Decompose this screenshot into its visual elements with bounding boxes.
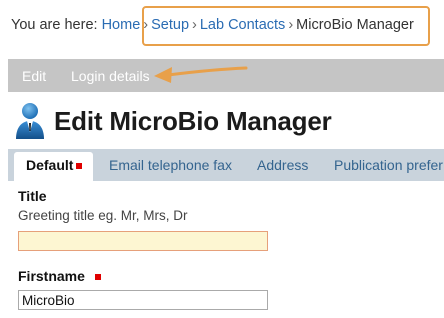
tab-default[interactable]: Default [14, 152, 94, 181]
title-hint: Greeting title eg. Mr, Mrs, Dr [18, 208, 188, 223]
subnav-edit[interactable]: Edit [22, 68, 46, 84]
page-title: Edit MicroBio Manager [54, 105, 332, 136]
firstname-label: Firstname [18, 268, 101, 284]
tab-publication-preferences[interactable]: Publication prefer [334, 157, 443, 173]
page-heading: Edit MicroBio Manager [14, 102, 332, 140]
title-field[interactable] [18, 231, 268, 251]
tab-email-telephone-fax[interactable]: Email telephone fax [109, 157, 232, 173]
firstname-field[interactable] [18, 290, 268, 310]
breadcrumb-home-link[interactable]: Home [102, 17, 141, 33]
subnav-login-details[interactable]: Login details [71, 68, 150, 84]
title-label: Title [18, 188, 47, 204]
required-marker [76, 163, 83, 170]
firstname-label-text: Firstname [18, 268, 85, 284]
annotation-highlight-box [142, 6, 430, 46]
tab-default-label: Default [26, 157, 74, 173]
tab-address[interactable]: Address [257, 157, 308, 173]
annotation-arrow-icon [154, 66, 248, 83]
breadcrumb-prefix: You are here: [11, 17, 98, 33]
tab-bar: Default Email telephone fax Address Publ… [8, 149, 444, 181]
required-marker [94, 274, 101, 281]
user-icon [16, 103, 44, 139]
